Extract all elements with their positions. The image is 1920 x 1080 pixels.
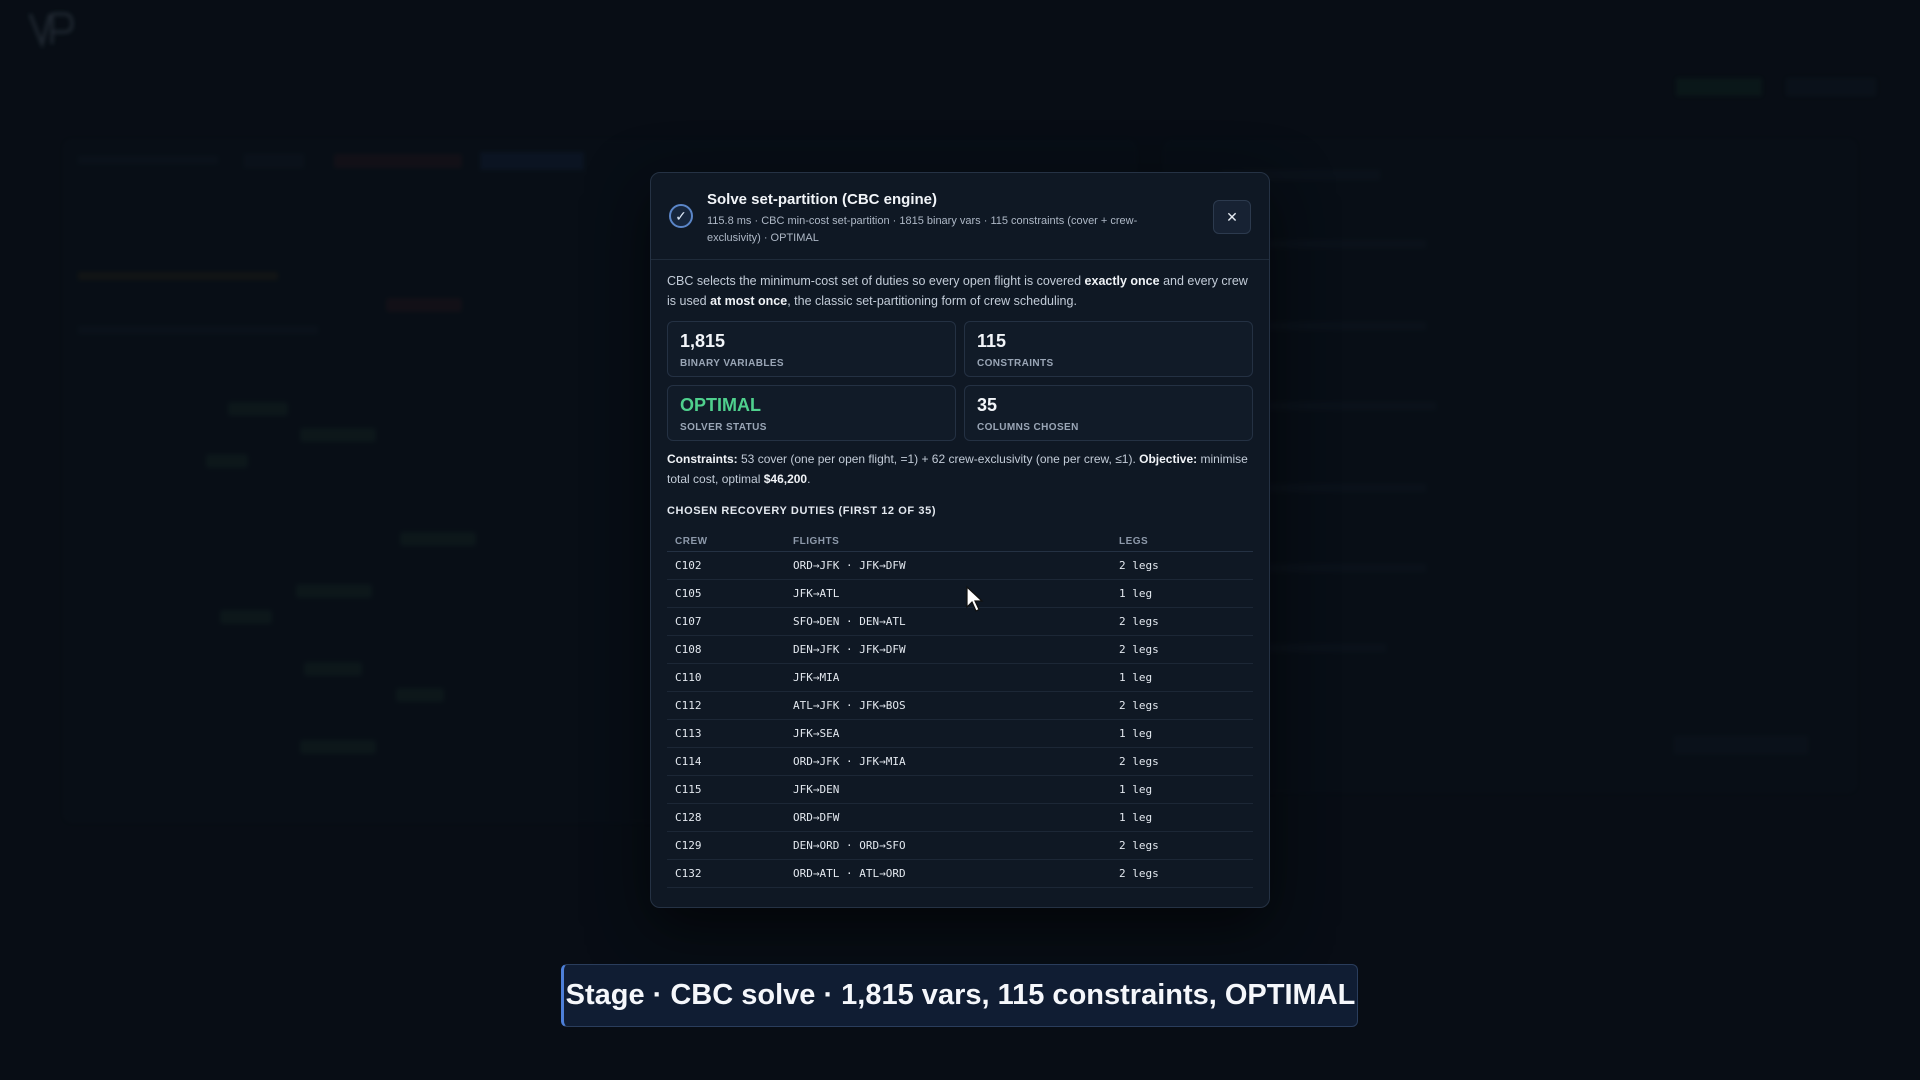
cell-crew: C102 <box>667 551 785 580</box>
cell-legs: 2 legs <box>1111 607 1253 636</box>
cell-legs: 2 legs <box>1111 859 1253 888</box>
stat-label: COLUMNS CHOSEN <box>977 422 1079 433</box>
modal-title: Solve set-partition (CBC engine) <box>707 191 938 208</box>
table-row: C115 JFK→DEN 1 leg <box>667 775 1253 804</box>
cell-flights: JFK→MIA <box>785 663 1111 692</box>
table-row: C129 DEN→ORD · ORD→SFO 2 legs <box>667 831 1253 860</box>
modal-header: ✓ Solve set-partition (CBC engine) 115.8… <box>651 173 1269 260</box>
cell-flights: ORD→JFK · JFK→DFW <box>785 551 1111 580</box>
cell-legs: 1 leg <box>1111 663 1253 692</box>
cell-legs: 1 leg <box>1111 579 1253 608</box>
table-row: C108 DEN→JFK · JFK→DFW 2 legs <box>667 635 1253 664</box>
cell-crew: C108 <box>667 635 785 664</box>
stat-grid: 1,815 BINARY VARIABLES 115 CONSTRAINTS O… <box>667 321 1253 441</box>
stat-label: BINARY VARIABLES <box>680 358 785 369</box>
modal-body: CBC selects the minimum-cost set of duti… <box>667 271 1253 888</box>
cell-flights: JFK→DEN <box>785 775 1111 804</box>
cell-legs: 2 legs <box>1111 747 1253 776</box>
cell-legs: 2 legs <box>1111 831 1253 860</box>
cell-flights: DEN→ORD · ORD→SFO <box>785 831 1111 860</box>
cell-crew: C115 <box>667 775 785 804</box>
cell-flights: ORD→ATL · ATL→ORD <box>785 859 1111 888</box>
stat-card-constraints: 115 CONSTRAINTS <box>964 321 1253 377</box>
stat-card-solver-status: OPTIMAL SOLVER STATUS <box>667 385 956 441</box>
table-row: C128 ORD→DFW 1 leg <box>667 803 1253 832</box>
cell-legs: 1 leg <box>1111 775 1253 804</box>
column-header-legs: LEGS <box>1111 531 1253 552</box>
table-row: C105 JFK→ATL 1 leg <box>667 579 1253 608</box>
cell-crew: C110 <box>667 663 785 692</box>
cell-flights: SFO→DEN · DEN→ATL <box>785 607 1111 636</box>
cell-legs: 2 legs <box>1111 551 1253 580</box>
cell-crew: C107 <box>667 607 785 636</box>
cell-legs: 1 leg <box>1111 719 1253 748</box>
cell-crew: C132 <box>667 859 785 888</box>
cell-flights: ATL→JFK · JFK→BOS <box>785 691 1111 720</box>
section-title: CHOSEN RECOVERY DUTIES (FIRST 12 OF 35) <box>667 505 937 517</box>
table-row: C110 JFK→MIA 1 leg <box>667 663 1253 692</box>
cell-legs: 1 leg <box>1111 803 1253 832</box>
table-row: C114 ORD→JFK · JFK→MIA 2 legs <box>667 747 1253 776</box>
cell-flights: DEN→JFK · JFK→DFW <box>785 635 1111 664</box>
stat-label: CONSTRAINTS <box>977 358 1054 369</box>
table-row: C102 ORD→JFK · JFK→DFW 2 legs <box>667 551 1253 580</box>
cell-flights: JFK→ATL <box>785 579 1111 608</box>
mouse-cursor-icon <box>966 585 984 612</box>
cell-crew: C129 <box>667 831 785 860</box>
stat-value: 1,815 <box>680 331 726 351</box>
cell-crew: C105 <box>667 579 785 608</box>
cell-crew: C113 <box>667 719 785 748</box>
table-row: C132 ORD→ATL · ATL→ORD 2 legs <box>667 859 1253 888</box>
stage-caption: Stage · CBC solve · 1,815 vars, 115 cons… <box>561 964 1358 1027</box>
cell-flights: ORD→JFK · JFK→MIA <box>785 747 1111 776</box>
table-row: C112 ATL→JFK · JFK→BOS 2 legs <box>667 691 1253 720</box>
stat-value: 35 <box>977 395 998 415</box>
constraints-summary: Constraints: 53 cover (one per open flig… <box>667 452 1248 486</box>
table-header-row: CREW FLIGHTS LEGS <box>667 531 1253 552</box>
cell-flights: ORD→DFW <box>785 803 1111 832</box>
cell-legs: 2 legs <box>1111 635 1253 664</box>
solve-details-modal: ✓ Solve set-partition (CBC engine) 115.8… <box>650 172 1270 908</box>
table-row: C113 JFK→SEA 1 leg <box>667 719 1253 748</box>
close-button[interactable]: ✕ <box>1213 200 1251 234</box>
cell-crew: C128 <box>667 803 785 832</box>
cell-crew: C112 <box>667 691 785 720</box>
stat-card-binary-variables: 1,815 BINARY VARIABLES <box>667 321 956 377</box>
close-icon: ✕ <box>1226 208 1238 225</box>
stat-label: SOLVER STATUS <box>680 422 767 433</box>
cell-crew: C114 <box>667 747 785 776</box>
stat-value: 115 <box>977 331 1007 351</box>
column-header-flights: FLIGHTS <box>785 531 1111 552</box>
table-row: C107 SFO→DEN · DEN→ATL 2 legs <box>667 607 1253 636</box>
modal-description: CBC selects the minimum-cost set of duti… <box>667 274 1248 308</box>
stat-card-columns-chosen: 35 COLUMNS CHOSEN <box>964 385 1253 441</box>
column-header-crew: CREW <box>667 531 785 552</box>
duties-table: CREW FLIGHTS LEGS C102 ORD→JFK · JFK→DFW 2… <box>667 531 1253 888</box>
cell-flights: JFK→SEA <box>785 719 1111 748</box>
check-circle-icon: ✓ <box>669 204 693 228</box>
cell-legs: 2 legs <box>1111 691 1253 720</box>
modal-subtitle: 115.8 ms · CBC min-cost set-partition · … <box>707 215 1138 244</box>
stat-value-status: OPTIMAL <box>680 395 761 415</box>
